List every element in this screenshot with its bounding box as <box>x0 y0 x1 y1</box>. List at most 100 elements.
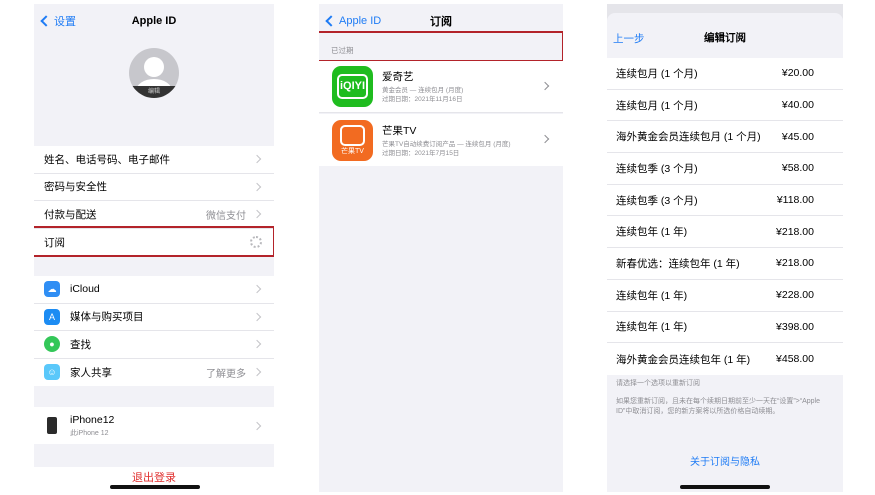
row-name-phone-email[interactable]: 姓名、电话号码、电子邮件 <box>34 146 274 174</box>
plan-price: ¥228.00 <box>776 289 814 302</box>
plan-option[interactable]: 连续包月 (1 个月) ¥20.00 <box>607 58 843 90</box>
row-icloud[interactable]: ☁ iCloud <box>34 276 274 304</box>
plan-option[interactable]: 连续包季 (3 个月) ¥58.00 <box>607 153 843 185</box>
plan-option[interactable]: 连续包月 (1 个月) ¥40.00 <box>607 90 843 122</box>
plan-option[interactable]: 连续包年 (1 年) ¥218.00 <box>607 216 843 249</box>
chevron-right-icon <box>252 210 262 219</box>
plan-price: ¥118.00 <box>776 194 814 207</box>
home-indicator <box>680 485 770 489</box>
subscription-privacy-link[interactable]: 关于订阅与隐私 <box>607 453 843 468</box>
expired-highlight <box>319 31 563 62</box>
row-label: 付款与配送 <box>44 208 97 221</box>
subscription-expiry: 过期日期：2021年7月15日 <box>382 149 460 157</box>
plan-option[interactable]: 海外黄金会员连续包年 (1 年) ¥458.00 <box>607 343 843 375</box>
plan-option[interactable]: 连续包季 (3 个月) ¥118.00 <box>607 185 843 217</box>
plan-name: 连续包月 (1 个月) <box>616 67 698 80</box>
avatar-edit-label[interactable]: 编辑 <box>129 86 179 98</box>
chevron-right-icon <box>252 340 262 349</box>
row-value: 微信支付 <box>206 210 246 222</box>
plan-price: ¥458.00 <box>776 353 814 366</box>
subscription-expiry: 过期日期：2021年11月16日 <box>382 96 463 103</box>
renewal-notice: 如果您重新订阅，且未在每个续期日期前至少一天在“设置”>“Apple ID”中取… <box>616 398 820 415</box>
plan-name: 海外黄金会员连续包月 (1 个月) <box>616 131 761 144</box>
app-store-icon: A <box>44 308 60 325</box>
apple-id-screen: 设置 Apple ID 编辑 姓名、电话号码、电子邮件 密码与安全性 付款与配送… <box>34 4 274 492</box>
services-group: ☁ iCloud A 媒体与购买项目 ● 查找 ☺ 家人共享 了解更多 <box>34 276 274 386</box>
home-indicator <box>110 485 200 489</box>
chevron-right-icon <box>252 421 262 430</box>
icloud-icon: ☁ <box>44 281 60 298</box>
page-title: 订阅 <box>430 15 452 28</box>
plan-price: ¥218.00 <box>776 257 814 270</box>
find-my-icon: ● <box>44 336 60 353</box>
back-button[interactable]: 设置 <box>38 4 76 37</box>
plan-price: ¥398.00 <box>776 320 814 333</box>
row-find-my[interactable]: ● 查找 <box>34 331 274 359</box>
person-icon <box>144 57 164 77</box>
row-label: 家人共享 <box>70 366 112 379</box>
plan-name: 连续包季 (3 个月) <box>616 194 698 207</box>
chevron-right-icon <box>252 182 262 191</box>
reselect-hint: 请选择一个选项以重新订阅 <box>616 380 700 387</box>
plan-name: 连续包年 (1 年) <box>616 289 688 302</box>
sheet-title: 编辑订阅 <box>704 32 746 44</box>
subscription-row-mango-tv[interactable]: 芒果TV 芒果TV 芒果TV自动续费订阅产品 — 连续包月 (月度) 过期日期：… <box>319 114 563 166</box>
plan-price: ¥58.00 <box>781 162 814 175</box>
device-subtitle: 此iPhone 12 <box>70 429 109 437</box>
subscriptions-screen: Apple ID 订阅 已过期 iQIYI 爱奇艺 黄金会员 — 连续包月 (月… <box>319 4 563 492</box>
subscriptions-highlight <box>34 226 274 257</box>
edit-subscription-screen: 上一步 编辑订阅 连续包月 (1 个月) ¥20.00 连续包月 (1 个月) ¥40… <box>607 4 843 492</box>
plan-option[interactable]: 新春优选：连续包年 (1 年) ¥218.00 <box>607 248 843 280</box>
iphone-icon <box>47 417 57 434</box>
back-label: Apple ID <box>339 14 382 27</box>
plan-option[interactable]: 连续包年 (1 年) ¥228.00 <box>607 280 843 312</box>
subscription-plan: 黄金会员 — 连续包月 (月度) <box>382 87 464 94</box>
chevron-right-icon <box>252 312 262 321</box>
chevron-left-icon <box>325 14 337 27</box>
row-label: iCloud <box>70 283 100 296</box>
plan-name: 海外黄金会员连续包年 (1 年) <box>616 353 751 366</box>
chevron-right-icon <box>540 134 550 144</box>
row-family-sharing[interactable]: ☺ 家人共享 了解更多 <box>34 359 274 387</box>
plan-price: ¥20.00 <box>781 67 814 80</box>
page-title: Apple ID <box>131 14 177 27</box>
chevron-left-icon <box>40 14 52 27</box>
plan-option[interactable]: 连续包年 (1 年) ¥398.00 <box>607 312 843 344</box>
row-label: 查找 <box>70 338 91 351</box>
plan-price: ¥218.00 <box>776 225 814 238</box>
plan-name: 连续包年 (1 年) <box>616 226 688 239</box>
subscription-name: 爱奇艺 <box>382 71 414 83</box>
plan-name: 连续包年 (1 年) <box>616 321 688 334</box>
row-payment-shipping[interactable]: 付款与配送 微信支付 <box>34 201 274 229</box>
row-label: 媒体与购买项目 <box>70 311 144 324</box>
avatar[interactable]: 编辑 <box>129 48 179 98</box>
row-password-security[interactable]: 密码与安全性 <box>34 174 274 201</box>
row-device-iphone12[interactable]: iPhone12 此iPhone 12 <box>34 407 274 444</box>
chevron-right-icon <box>252 155 262 164</box>
row-media-purchases[interactable]: A 媒体与购买项目 <box>34 304 274 331</box>
edit-subscription-sheet: 上一步 编辑订阅 连续包月 (1 个月) ¥20.00 连续包月 (1 个月) ¥40… <box>607 13 843 492</box>
chevron-right-icon <box>540 81 550 91</box>
family-sharing-icon: ☺ <box>44 364 60 381</box>
nav-bar: 设置 Apple ID <box>34 4 274 37</box>
back-label: 设置 <box>54 15 76 28</box>
mango-tv-icon: 芒果TV <box>332 119 373 161</box>
plan-price: ¥40.00 <box>781 99 814 112</box>
subscription-plan: 芒果TV自动续费订阅产品 — 连续包月 (月度) <box>382 140 511 148</box>
plan-option[interactable]: 海外黄金会员连续包月 (1 个月) ¥45.00 <box>607 121 843 154</box>
iqiyi-icon: iQIYI <box>332 66 373 107</box>
chevron-right-icon <box>252 368 262 377</box>
row-value: 了解更多 <box>206 368 246 380</box>
plan-name: 连续包季 (3 个月) <box>616 162 698 175</box>
plan-name: 连续包月 (1 个月) <box>616 99 698 112</box>
row-label: 姓名、电话号码、电子邮件 <box>44 153 170 166</box>
subscription-name: 芒果TV <box>382 124 417 137</box>
chevron-right-icon <box>252 285 262 294</box>
subscription-row-iqiyi[interactable]: iQIYI 爱奇艺 黄金会员 — 连续包月 (月度) 过期日期：2021年11月… <box>319 61 563 113</box>
row-label: 密码与安全性 <box>44 181 107 194</box>
devices-group: iPhone12 此iPhone 12 <box>34 407 274 444</box>
plan-list: 连续包月 (1 个月) ¥20.00 连续包月 (1 个月) ¥40.00 海外黄金会员… <box>607 58 843 375</box>
plan-price: ¥45.00 <box>781 130 814 143</box>
plan-name: 新春优选：连续包年 (1 年) <box>616 257 740 270</box>
device-name: iPhone12 <box>70 413 115 426</box>
